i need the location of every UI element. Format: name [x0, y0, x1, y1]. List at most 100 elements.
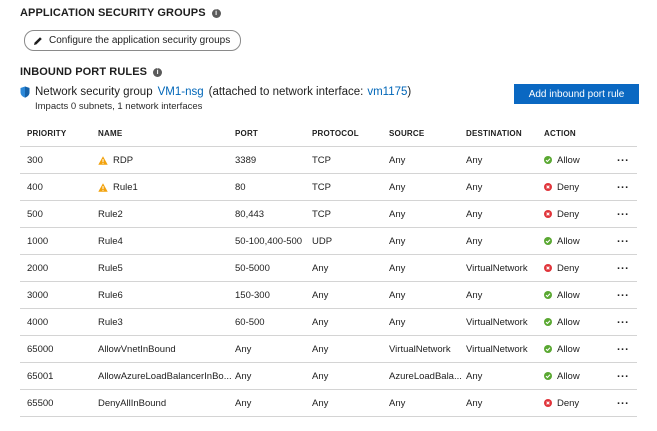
cell-priority: 1000	[27, 235, 49, 247]
table-row[interactable]: 65500 DenyAllInBound Any Any Any Any Deny...	[20, 390, 637, 417]
info-icon[interactable]: i	[153, 67, 163, 77]
rule-name: Rule1	[113, 181, 138, 193]
pencil-icon	[34, 36, 42, 45]
attached-suffix: )	[407, 86, 412, 98]
column-header-name[interactable]: NAME	[98, 129, 122, 138]
cell-source: Any	[389, 289, 406, 301]
table-row[interactable]: 3000 Rule6 150-300 Any Any Any Allow...	[20, 282, 637, 309]
x-circle-icon	[544, 210, 552, 218]
table-row[interactable]: 2000 Rule5 50-5000 Any Any VirtualNetwork Deny…	[20, 255, 637, 282]
table-row[interactable]: 4000 Rule3 60-500 Any Any VirtualNetwork Allow…	[20, 309, 637, 336]
cell-priority: 65500	[27, 397, 54, 409]
cell-priority: 500	[27, 208, 43, 220]
column-header-destination[interactable]: DESTINATION	[466, 129, 522, 138]
cell-priority: 4000	[27, 316, 49, 328]
cell-source: Any	[389, 397, 406, 409]
cell-destination: Any	[466, 181, 483, 193]
cell-destination: VirtualNetwork	[466, 262, 528, 274]
table-body: 300 RDP 3389 TCP Any Any Allow... 400 Rule1 80 TCP…	[20, 147, 637, 417]
cell-port: 50-100,400-500	[235, 235, 303, 247]
cell-destination: VirtualNetwork	[466, 316, 528, 328]
cell-action: Deny	[544, 182, 579, 193]
action-label: Allow	[557, 370, 580, 382]
cell-name: AllowVnetInBound	[98, 344, 176, 355]
cell-protocol: Any	[312, 262, 329, 274]
add-inbound-rule-button[interactable]: Add inbound port rule	[514, 84, 639, 104]
table-row[interactable]: 65001 AllowAzureLoadBalancerInBo... Any Any…	[20, 363, 637, 390]
cell-action: Deny	[544, 209, 579, 220]
rule-name: Rule6	[98, 289, 123, 301]
cell-action: Allow	[544, 317, 580, 328]
action-label: Allow	[557, 289, 580, 301]
shield-icon	[20, 86, 30, 98]
action-label: Allow	[557, 235, 580, 247]
column-header-protocol[interactable]: PROTOCOL	[312, 129, 359, 138]
cell-destination: Any	[466, 154, 483, 166]
cell-name: Rule5	[98, 263, 123, 274]
inbound-title-text: INBOUND PORT RULES	[20, 66, 148, 78]
cell-source: Any	[389, 208, 406, 220]
cell-name: Rule4	[98, 236, 123, 247]
action-label: Deny	[557, 181, 580, 193]
cell-priority: 3000	[27, 289, 49, 301]
inbound-rules-table: PRIORITY NAME PORT PROTOCOL SOURCE DESTI…	[20, 120, 637, 417]
cell-action: Allow	[544, 290, 580, 301]
table-row[interactable]: 300 RDP 3389 TCP Any Any Allow...	[20, 147, 637, 174]
info-icon[interactable]: i	[211, 8, 221, 18]
ellipsis-icon[interactable]: ...	[617, 368, 629, 380]
table-row[interactable]: 500 Rule2 80,443 TCP Any Any Deny...	[20, 201, 637, 228]
rule-name: DenyAllInBound	[98, 397, 167, 409]
cell-protocol: Any	[312, 316, 329, 328]
ellipsis-icon[interactable]: ...	[617, 179, 629, 191]
ellipsis-icon[interactable]: ...	[617, 287, 629, 299]
cell-protocol: TCP	[312, 208, 331, 220]
impacts-text: Impacts 0 subnets, 1 network interfaces	[35, 101, 203, 112]
check-circle-icon	[544, 345, 552, 353]
cell-port: Any	[235, 343, 252, 355]
column-header-port[interactable]: PORT	[235, 129, 258, 138]
action-label: Allow	[557, 316, 580, 328]
x-circle-icon	[544, 183, 552, 191]
rule-name: AllowAzureLoadBalancerInBo...	[98, 370, 232, 382]
rule-name: Rule4	[98, 235, 123, 247]
rule-name: Rule2	[98, 208, 123, 220]
cell-action: Deny	[544, 398, 579, 409]
cell-protocol: TCP	[312, 181, 331, 193]
table-header: PRIORITY NAME PORT PROTOCOL SOURCE DESTI…	[20, 120, 637, 147]
ellipsis-icon[interactable]: ...	[617, 395, 629, 407]
cell-port: 80	[235, 181, 246, 193]
configure-asg-button[interactable]: Configure the application security group…	[24, 30, 242, 51]
asg-section-title: APPLICATION SECURITY GROUPS i	[20, 7, 221, 19]
cell-source: Any	[389, 316, 406, 328]
nic-link[interactable]: vm1175	[367, 86, 407, 98]
cell-source: Any	[389, 235, 406, 247]
cell-protocol: UDP	[312, 235, 333, 247]
column-header-action[interactable]: ACTION	[544, 129, 576, 138]
nsg-link[interactable]: VM1-nsg	[158, 86, 204, 98]
table-row[interactable]: 1000 Rule4 50-100,400-500 UDP Any Any Allow...	[20, 228, 637, 255]
column-header-priority[interactable]: PRIORITY	[27, 129, 66, 138]
table-row[interactable]: 65000 AllowVnetInBound Any Any VirtualNetwor…	[20, 336, 637, 363]
table-row[interactable]: 400 Rule1 80 TCP Any Any Deny...	[20, 174, 637, 201]
cell-protocol: Any	[312, 397, 329, 409]
cell-source: Any	[389, 262, 406, 274]
action-label: Deny	[557, 397, 580, 409]
action-label: Deny	[557, 262, 580, 274]
cell-priority: 65001	[27, 370, 54, 382]
ellipsis-icon[interactable]: ...	[617, 233, 629, 245]
cell-priority: 400	[27, 181, 43, 193]
cell-source: Any	[389, 154, 406, 166]
ellipsis-icon[interactable]: ...	[617, 341, 629, 353]
cell-destination: Any	[466, 289, 483, 301]
ellipsis-icon[interactable]: ...	[617, 260, 629, 272]
rule-name: AllowVnetInBound	[98, 343, 176, 355]
action-label: Deny	[557, 208, 580, 220]
column-header-source[interactable]: SOURCE	[389, 129, 424, 138]
ellipsis-icon[interactable]: ...	[617, 152, 629, 164]
ellipsis-icon[interactable]: ...	[617, 314, 629, 326]
cell-name: RDP	[98, 155, 133, 166]
check-circle-icon	[544, 318, 552, 326]
ellipsis-icon[interactable]: ...	[617, 206, 629, 218]
cell-priority: 2000	[27, 262, 49, 274]
cell-action: Allow	[544, 155, 580, 166]
